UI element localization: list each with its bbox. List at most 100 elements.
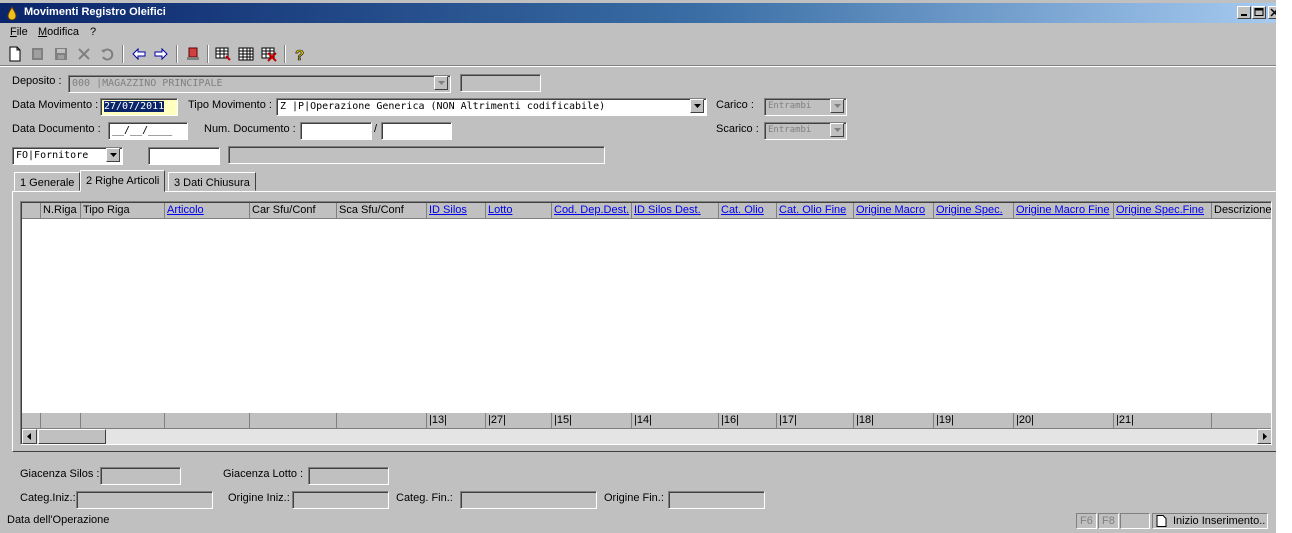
menu-help[interactable]: ?	[90, 26, 96, 38]
grid-column-header-9[interactable]: ID Silos Dest.	[632, 203, 719, 219]
grid-column-header-1[interactable]: N.Riga	[41, 203, 81, 219]
grid-column-header-2[interactable]: Tipo Riga	[81, 203, 165, 219]
categ-fin-field	[460, 491, 597, 509]
grid-column-header-16[interactable]: Descrizione	[1212, 203, 1271, 219]
minimize-button[interactable]	[1237, 6, 1251, 19]
tipo-movimento-label: Tipo Movimento :	[188, 99, 272, 111]
maximize-button[interactable]	[1252, 6, 1266, 19]
previous-button[interactable]	[130, 45, 148, 63]
grid-footer: |13| |27| |15| |14| |16| |17| |18| |19| |20| |21|	[22, 413, 1271, 429]
menu-bar: File Modifica ?	[0, 23, 1276, 41]
deposito-dropdown-button[interactable]	[434, 76, 448, 90]
data-movimento-value: 27/07/2011	[104, 101, 165, 112]
grid-button[interactable]	[237, 45, 255, 63]
status-f6: F6	[1076, 513, 1097, 529]
grid-column-header-5[interactable]: Sca Sfu/Conf	[337, 203, 427, 219]
categ-iniz-label: Categ.Iniz.:	[20, 492, 76, 504]
delete-button[interactable]	[75, 45, 93, 63]
grid-footer-cell-6: |13|	[427, 413, 486, 429]
grid-column-header-10[interactable]: Cat. Olio	[719, 203, 777, 219]
deposito-label: Deposito :	[12, 75, 62, 87]
num-documento-input[interactable]	[300, 122, 372, 140]
document-icon	[1156, 515, 1167, 527]
grid-column-header-15[interactable]: Origine Spec.Fine	[1114, 203, 1212, 219]
save-icon	[55, 48, 67, 60]
grid-column-header-13[interactable]: Origine Spec.	[934, 203, 1014, 219]
grid-column-header-6[interactable]: ID Silos	[427, 203, 486, 219]
close-icon	[1270, 8, 1276, 17]
arrow-right-icon	[154, 47, 168, 61]
grid-footer-cell-9: |14|	[632, 413, 719, 429]
window-title: Movimenti Registro Oleifici	[24, 6, 166, 18]
tab-righe-articoli[interactable]: 2 Righe Articoli	[80, 170, 166, 192]
copy-icon	[32, 48, 43, 60]
grid-column-header-12[interactable]: Origine Macro	[854, 203, 934, 219]
help-button[interactable]: ?	[291, 45, 309, 63]
chevron-down-icon	[834, 104, 841, 108]
open-button[interactable]	[29, 45, 47, 63]
grid-icon	[238, 47, 254, 61]
undo-button[interactable]	[98, 45, 116, 63]
grid-column-header-8[interactable]: Cod. Dep.Dest.	[552, 203, 632, 219]
grid-delete-icon	[261, 47, 277, 62]
status-mode-text: Inizio Inserimento..	[1173, 515, 1266, 527]
num-documento-separator: /	[374, 123, 378, 135]
next-button[interactable]	[152, 45, 170, 63]
scarico-label: Scarico :	[716, 123, 759, 135]
title-bar: Movimenti Registro Oleifici	[0, 3, 1276, 23]
undo-icon	[101, 48, 114, 61]
grid-column-header-0[interactable]	[22, 203, 41, 219]
menu-file[interactable]: File	[10, 26, 28, 38]
status-f8: F8	[1098, 513, 1119, 529]
toolbar-separator	[122, 45, 124, 63]
help-icon: ?	[295, 47, 305, 62]
data-movimento-label: Data Movimento :	[12, 99, 99, 111]
giacenza-silos-label: Giacenza Silos :	[20, 468, 100, 480]
tab-dati-chiusura[interactable]: 3 Dati Chiusura	[168, 172, 256, 191]
grid-column-header-14[interactable]: Origine Macro Fine	[1014, 203, 1114, 219]
new-document-icon	[9, 46, 21, 62]
fornitore-code-input[interactable]	[148, 147, 220, 165]
grid-footer-cell-12: |18|	[854, 413, 934, 429]
grid-footer-cell-5	[337, 413, 427, 429]
tab-generale[interactable]: 1 Generale	[14, 172, 81, 191]
giacenza-lotto-label: Giacenza Lotto :	[223, 468, 304, 480]
menu-modifica[interactable]: Modifica	[38, 26, 79, 38]
scroll-left-icon	[27, 433, 31, 440]
grid-column-header-7[interactable]: Lotto	[486, 203, 552, 219]
grid-footer-cell-10: |16|	[719, 413, 777, 429]
data-documento-input[interactable]: __/__/____	[108, 122, 188, 140]
close-button[interactable]	[1268, 6, 1276, 19]
tipo-movimento-select[interactable]: Z |P|Operazione Generica (NON Altrimenti…	[276, 98, 707, 116]
deposito-select[interactable]: 000 |MAGAZZINO PRINCIPALE	[68, 75, 451, 93]
grid-delete-button[interactable]	[260, 45, 278, 63]
grid-footer-cell-1	[41, 413, 81, 429]
scarico-dropdown-button[interactable]	[830, 123, 844, 137]
save-button[interactable]	[52, 45, 70, 63]
grid-insert-button[interactable]	[214, 45, 232, 63]
status-mode: Inizio Inserimento..	[1152, 513, 1268, 529]
righe-articoli-grid[interactable]: N.Riga Tipo Riga Articolo Car Sfu/Conf Sca S…	[20, 201, 1272, 445]
delete-x-icon	[78, 48, 90, 60]
grid-footer-cell-0	[22, 413, 41, 429]
data-movimento-input[interactable]: 27/07/2011	[100, 98, 178, 116]
scrollbar-thumb[interactable]	[38, 429, 106, 444]
status-message: Data dell'Operazione	[7, 514, 110, 526]
grid-footer-cell-15: |21|	[1114, 413, 1212, 429]
chevron-down-icon	[834, 128, 841, 132]
grid-column-header-4[interactable]: Car Sfu/Conf	[250, 203, 337, 219]
giacenza-silos-field	[100, 467, 181, 485]
grid-column-header-11[interactable]: Cat. Olio Fine	[777, 203, 854, 219]
app-window: Movimenti Registro Oleifici File Modific…	[0, 0, 1276, 533]
scroll-right-button[interactable]	[1257, 429, 1271, 444]
tipo-movimento-dropdown-button[interactable]	[690, 99, 704, 113]
print-button[interactable]	[184, 45, 202, 63]
num-documento-suffix-input[interactable]	[381, 122, 452, 140]
grid-column-header-3[interactable]: Articolo	[165, 203, 250, 219]
new-button[interactable]	[6, 45, 24, 63]
horizontal-scrollbar[interactable]	[22, 429, 1271, 444]
fornitore-dropdown-button[interactable]	[106, 148, 120, 162]
data-documento-label: Data Documento :	[12, 123, 101, 135]
scroll-left-button[interactable]	[22, 429, 37, 444]
carico-dropdown-button[interactable]	[830, 99, 844, 113]
